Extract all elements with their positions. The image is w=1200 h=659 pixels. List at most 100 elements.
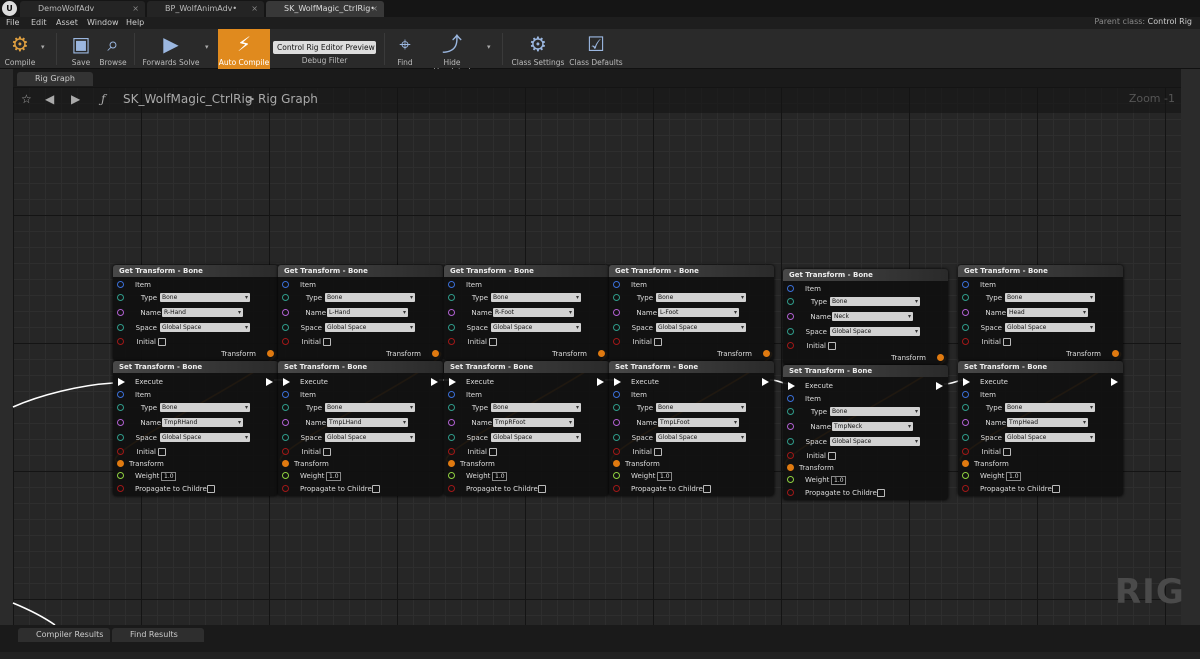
initial-checkbox[interactable] (323, 338, 331, 346)
exec-out-pin[interactable] (762, 378, 769, 386)
type-dropdown[interactable]: Bone (656, 403, 746, 412)
initial-checkbox[interactable] (489, 448, 497, 456)
exec-out-pin[interactable] (597, 378, 604, 386)
auto-compile-button[interactable]: ⚡ Auto Compile (218, 29, 270, 69)
space-pin[interactable] (787, 328, 794, 335)
name-pin[interactable] (613, 419, 620, 426)
space-pin[interactable] (613, 324, 620, 331)
item-pin[interactable] (282, 281, 289, 288)
item-pin[interactable] (448, 391, 455, 398)
breadcrumb-graph[interactable]: Rig Graph (258, 92, 318, 106)
initial-pin[interactable] (117, 448, 124, 455)
menu-file[interactable]: File (6, 18, 19, 27)
item-pin[interactable] (787, 395, 794, 402)
item-pin[interactable] (613, 391, 620, 398)
propagate-checkbox[interactable] (538, 485, 546, 493)
initial-checkbox[interactable] (828, 342, 836, 350)
space-dropdown[interactable]: Global Space (656, 433, 746, 442)
weight-pin[interactable] (962, 472, 969, 479)
item-pin[interactable] (613, 281, 620, 288)
exec-in-pin[interactable] (963, 378, 970, 386)
set-transform-node[interactable]: Set Transform - Bone Execute Item TypeBone N… (278, 361, 443, 496)
space-pin[interactable] (117, 434, 124, 441)
tab-find-results[interactable]: Find Results (112, 628, 204, 642)
item-pin[interactable] (962, 281, 969, 288)
weight-pin[interactable] (117, 472, 124, 479)
menu-help[interactable]: Help (126, 18, 144, 27)
weight-input[interactable]: 1.0 (161, 472, 176, 481)
type-dropdown[interactable]: Bone (325, 403, 415, 412)
initial-pin[interactable] (448, 338, 455, 345)
item-pin[interactable] (962, 391, 969, 398)
type-dropdown[interactable]: Bone (656, 293, 746, 302)
space-dropdown[interactable]: Global Space (160, 323, 250, 332)
close-icon[interactable]: × (371, 1, 378, 17)
weight-pin[interactable] (787, 476, 794, 483)
bone-name-dropdown[interactable]: Neck (832, 312, 913, 321)
bone-name-dropdown[interactable]: L-Foot (658, 308, 739, 317)
star-icon[interactable]: ☆ (21, 92, 32, 106)
tab-sk-wolfmagic-ctrlrig[interactable]: SK_WolfMagic_CtrlRig• × (266, 1, 384, 17)
type-pin[interactable] (282, 294, 289, 301)
type-pin[interactable] (282, 404, 289, 411)
get-transform-node[interactable]: Get Transform - Bone Item TypeBone NameR-Ha… (113, 265, 278, 361)
exec-out-pin[interactable] (1111, 378, 1118, 386)
transform-out-pin[interactable] (937, 354, 944, 361)
name-pin[interactable] (787, 423, 794, 430)
initial-pin[interactable] (282, 448, 289, 455)
parent-class-value[interactable]: Control Rig (1148, 17, 1192, 26)
initial-pin[interactable] (962, 448, 969, 455)
type-dropdown[interactable]: Bone (830, 297, 920, 306)
set-transform-node[interactable]: Set Transform - Bone Execute Item TypeBone N… (113, 361, 278, 496)
space-pin[interactable] (962, 434, 969, 441)
type-dropdown[interactable]: Bone (160, 293, 250, 302)
name-pin[interactable] (117, 309, 124, 316)
menu-asset[interactable]: Asset (56, 18, 78, 27)
tab-rig-graph[interactable]: Rig Graph (17, 72, 93, 86)
transform-out-pin[interactable] (432, 350, 439, 357)
transform-out-pin[interactable] (1112, 350, 1119, 357)
class-settings-button[interactable]: ⚙ Class Settings (510, 29, 566, 69)
transform-in-pin[interactable] (613, 460, 620, 467)
initial-pin[interactable] (448, 448, 455, 455)
initial-checkbox[interactable] (323, 448, 331, 456)
chevron-down-icon[interactable]: ▾ (41, 43, 45, 51)
class-defaults-button[interactable]: ☑ Class Defaults (568, 29, 624, 69)
space-dropdown[interactable]: Global Space (325, 433, 415, 442)
bone-name-dropdown[interactable]: R-Hand (162, 308, 243, 317)
compile-button[interactable]: ⚙ Compile (2, 29, 38, 69)
debug-object-select[interactable]: Control Rig Editor Preview (273, 41, 376, 54)
exec-out-pin[interactable] (936, 382, 943, 390)
space-pin[interactable] (448, 434, 455, 441)
item-pin[interactable] (117, 281, 124, 288)
name-pin[interactable] (613, 309, 620, 316)
exec-in-pin[interactable] (614, 378, 621, 386)
name-pin[interactable] (448, 309, 455, 316)
space-dropdown[interactable]: Global Space (830, 437, 920, 446)
type-dropdown[interactable]: Bone (325, 293, 415, 302)
space-pin[interactable] (282, 434, 289, 441)
propagate-checkbox[interactable] (372, 485, 380, 493)
tab-compiler-results[interactable]: Compiler Results (18, 628, 110, 642)
item-pin[interactable] (787, 285, 794, 292)
bone-name-dropdown[interactable]: TmpNeck (832, 422, 913, 431)
space-dropdown[interactable]: Global Space (325, 323, 415, 332)
type-dropdown[interactable]: Bone (1005, 293, 1095, 302)
menu-edit[interactable]: Edit (31, 18, 47, 27)
initial-pin[interactable] (117, 338, 124, 345)
weight-pin[interactable] (613, 472, 620, 479)
set-transform-node[interactable]: Set Transform - Bone Execute Item TypeBone N… (783, 365, 948, 500)
name-pin[interactable] (282, 419, 289, 426)
space-pin[interactable] (962, 324, 969, 331)
name-pin[interactable] (962, 309, 969, 316)
space-dropdown[interactable]: Global Space (830, 327, 920, 336)
name-pin[interactable] (282, 309, 289, 316)
type-dropdown[interactable]: Bone (1005, 403, 1095, 412)
initial-checkbox[interactable] (158, 448, 166, 456)
transform-in-pin[interactable] (962, 460, 969, 467)
propagate-pin[interactable] (448, 485, 455, 492)
propagate-pin[interactable] (282, 485, 289, 492)
weight-pin[interactable] (282, 472, 289, 479)
initial-checkbox[interactable] (1003, 338, 1011, 346)
right-panel-strip[interactable] (1181, 69, 1200, 625)
